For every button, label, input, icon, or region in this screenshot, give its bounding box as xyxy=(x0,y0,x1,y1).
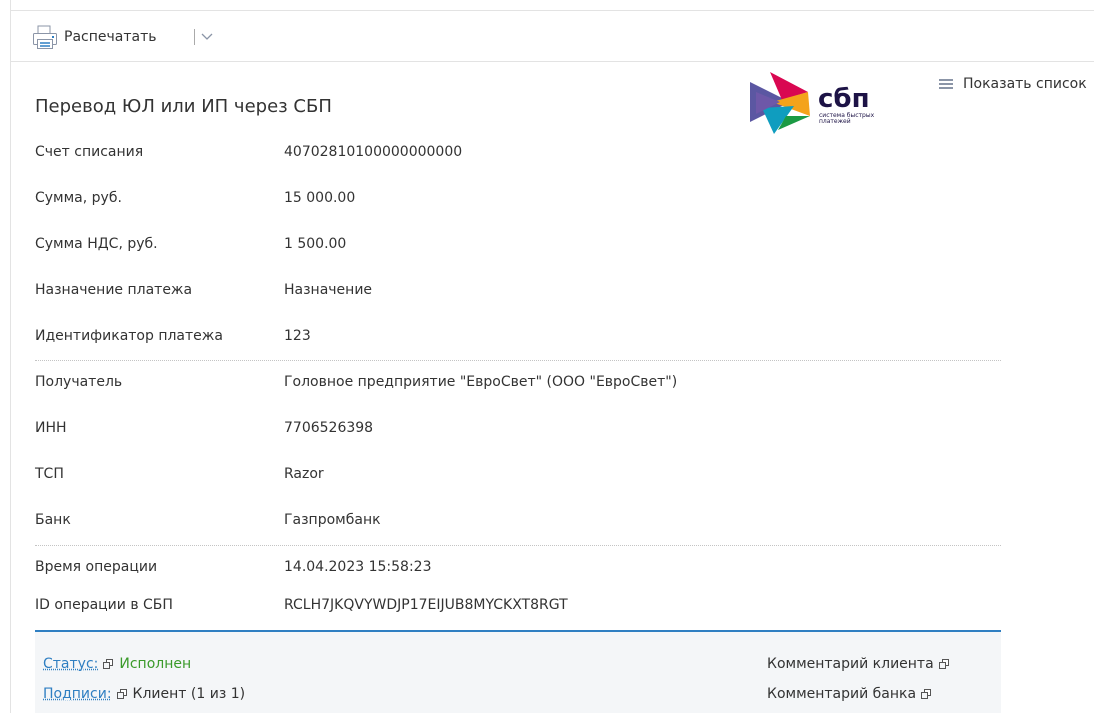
status-value: Исполнен xyxy=(119,656,192,672)
client-comment-link[interactable]: Комментарий клиента xyxy=(767,656,955,672)
document-footer: Статус: Исполнен Подписи: Клиент (1 из 1… xyxy=(35,630,1001,713)
detail-label: ИНН xyxy=(35,420,67,436)
toolbar: Распечатать xyxy=(10,10,1094,62)
printer-icon xyxy=(33,25,57,49)
chevron-down-icon[interactable] xyxy=(199,28,215,44)
status-link[interactable]: Статус: xyxy=(43,656,98,672)
detail-label: ТСП xyxy=(35,466,64,482)
client-comment-label: Комментарий клиента xyxy=(767,656,934,672)
external-window-icon[interactable] xyxy=(921,689,932,699)
detail-value: 7706526398 xyxy=(284,420,374,436)
detail-row-recipient: Получатель Головное предприятие "ЕвроСве… xyxy=(35,360,1001,406)
detail-label: Время операции xyxy=(35,559,158,575)
logo-wordmark: сбп xyxy=(818,84,870,114)
detail-value: 14.04.2023 15:58:23 xyxy=(284,559,432,575)
signatures-link[interactable]: Подписи: xyxy=(43,686,112,702)
show-list-button[interactable]: Показать список xyxy=(939,76,1087,92)
detail-value: Назначение xyxy=(284,282,373,298)
print-button[interactable]: Распечатать xyxy=(32,24,156,50)
detail-label: Счет списания xyxy=(35,144,144,160)
list-icon xyxy=(939,79,953,89)
toolbar-separator xyxy=(194,29,195,45)
detail-row-sbp-operation-id: ID операции в СБП RCLH7JKQVYWDJP17EIJUB8… xyxy=(35,583,1001,629)
detail-label: Банк xyxy=(35,512,71,528)
bank-comment-link[interactable]: Комментарий банка xyxy=(767,686,937,702)
show-list-label: Показать список xyxy=(963,76,1087,92)
detail-value: Головное предприятие "ЕвроСвет" (ООО "Ев… xyxy=(284,374,678,390)
detail-row-amount: Сумма, руб. 15 000.00 xyxy=(35,176,1001,222)
detail-value: 40702810100000000000 xyxy=(284,144,463,160)
detail-row-payment-id: Идентификатор платежа 123 xyxy=(35,314,1001,360)
detail-label: ID операции в СБП xyxy=(35,597,173,613)
page-title: Перевод ЮЛ или ИП через СБП xyxy=(35,96,332,117)
logo-caption-line2: платежей xyxy=(819,118,851,125)
detail-value: 1 500.00 xyxy=(284,236,347,252)
window-left-border xyxy=(10,0,11,713)
detail-label: Сумма, руб. xyxy=(35,190,122,206)
detail-label: Назначение платежа xyxy=(35,282,193,298)
detail-label: Сумма НДС, руб. xyxy=(35,236,158,252)
detail-value: RCLH7JKQVYWDJP17EIJUB8MYCKXT8RGT xyxy=(284,597,568,613)
bank-comment-label: Комментарий банка xyxy=(767,686,917,702)
external-window-icon[interactable] xyxy=(116,689,127,699)
detail-row-bank: Банк Газпромбанк xyxy=(35,498,1001,544)
detail-label: Идентификатор платежа xyxy=(35,328,223,344)
status-block: Статус: Исполнен xyxy=(43,656,191,672)
external-window-icon[interactable] xyxy=(938,659,949,669)
detail-row-inn: ИНН 7706526398 xyxy=(35,406,1001,452)
detail-row-vat: Сумма НДС, руб. 1 500.00 xyxy=(35,222,1001,268)
detail-value: Razor xyxy=(284,466,324,482)
detail-value: 15 000.00 xyxy=(284,190,356,206)
sbp-logo: сбп система быстрых платежей xyxy=(750,72,875,134)
detail-value: 123 xyxy=(284,328,311,344)
detail-row-account: Счет списания 40702810100000000000 xyxy=(35,130,1001,176)
external-window-icon[interactable] xyxy=(103,659,114,669)
signatures-value: Клиент (1 из 1) xyxy=(132,686,246,702)
signatures-block: Подписи: Клиент (1 из 1) xyxy=(43,686,245,702)
detail-row-purpose: Назначение платежа Назначение xyxy=(35,268,1001,314)
detail-row-merchant: ТСП Razor xyxy=(35,452,1001,498)
print-label: Распечатать xyxy=(64,29,157,45)
detail-label: Получатель xyxy=(35,374,123,390)
detail-value: Газпромбанк xyxy=(284,512,381,528)
